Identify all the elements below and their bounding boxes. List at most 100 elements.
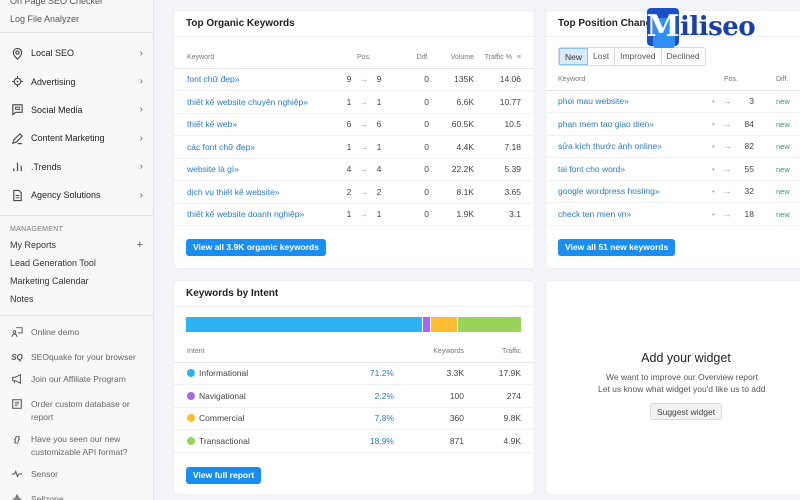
view-all-organic-keywords-button[interactable]: View all 3.9K organic keywords [186,239,326,256]
sidebar-extra-link[interactable]: Sensor [10,468,143,484]
sidebar-extra-link[interactable]: Order custom database or report [10,398,143,424]
management-item-lead-generation-tool[interactable]: Lead Generation Tool [10,255,143,273]
widget-description: We want to improve our Overview report L… [598,371,800,395]
keyword-details-icon[interactable]: » [627,209,632,219]
keyword-link[interactable]: sửa kích thước ảnh online [558,141,657,151]
keyword-link[interactable]: thiết kế website chuyên nghiệp [187,97,303,107]
sidebar-item-trends[interactable]: .Trends › [0,153,153,181]
col-diff[interactable]: Diff. [766,70,800,91]
widget-description-line: Let us know what widget you'd like us to… [598,384,766,394]
intent-traffic: 274 [464,384,534,408]
sidebar-link[interactable]: On Page SEO Checker [10,0,143,10]
sidebar-extra-link[interactable]: Online demo [10,326,143,342]
table-row: Commercial 7.8% 360 9.8K [174,407,534,430]
sidebar-item-agency-solutions[interactable]: Agency Solutions › [0,181,153,209]
intent-bar-segment-transactional[interactable] [458,317,521,332]
keyword-link[interactable]: thiết kế website doanh nghiệp [187,209,299,219]
intent-share[interactable]: 7.8% [294,407,394,430]
keyword-link[interactable]: các font chữ đẹp [187,142,250,152]
diff-value: 0 [399,135,429,159]
sidebar-extra-link[interactable]: {} Have you seen our new customizable API… [10,433,143,459]
keyword-details-icon[interactable]: » [232,119,237,129]
keyword-details-icon[interactable]: » [303,97,308,107]
col-diff[interactable]: Diff. [399,48,429,69]
chevron-right-icon: › [139,161,143,173]
traffic-value: 7.18 [474,135,534,159]
keyword-link[interactable]: website là gì [187,164,234,174]
col-traffic-label: Traffic % [484,54,512,62]
location-pin-icon [10,46,24,60]
col-pos[interactable]: Pos. [696,70,766,91]
sidebar-item-content-marketing[interactable]: Content Marketing › [0,124,153,152]
sort-icon[interactable]: ≡ [517,54,521,61]
management-item-marketing-calendar[interactable]: Marketing Calendar [10,273,143,291]
keyword-link[interactable]: tai font cho word [558,164,620,174]
keyword-details-icon[interactable]: » [657,141,662,151]
col-keyword[interactable]: Keyword [546,70,696,91]
new-badge: new [776,97,790,107]
intent-bar-segment-informational[interactable] [186,317,423,332]
table-row: Informational 71.2% 3.3K 17.9K [174,362,534,385]
keyword-details-icon[interactable]: » [620,164,625,174]
col-keyword[interactable]: Keyword [174,48,329,69]
arrow-right-icon: → [723,208,732,219]
intent-share[interactable]: 2.2% [294,384,394,408]
col-volume[interactable]: Volume [429,48,474,69]
pos-to: 1 [376,141,382,152]
keyword-details-icon[interactable]: » [299,209,304,219]
volume-value: 22.2K [429,158,474,181]
intent-share[interactable]: 71.2% [294,362,394,385]
sidebar-item-advertising[interactable]: Advertising › [0,67,153,95]
widget-title: Add your widget [641,351,731,365]
keyword-details-icon[interactable]: » [649,119,654,129]
sidebar-link[interactable]: Log File Analyzer [10,10,143,28]
management-item-label: Lead Generation Tool [10,258,96,269]
sidebar-item-social-media[interactable]: Social Media › [0,96,153,124]
keyword-link[interactable]: font chữ đẹp [187,74,235,84]
sidebar-extra-label: Join our Affiliate Program [31,373,126,384]
keyword-link[interactable]: dịch vụ thiết kế website [187,187,275,197]
add-report-icon[interactable]: + [137,237,143,255]
intent-bar-segment-navigational[interactable] [423,317,431,332]
pencil-icon [10,131,24,145]
management-item-my-reports[interactable]: My Reports + [10,237,143,255]
tab-new[interactable]: New [559,48,589,65]
arrow-right-icon: → [723,96,732,107]
intent-color-dot [187,391,195,400]
keyword-details-icon[interactable]: » [234,164,239,174]
keyword-details-icon[interactable]: » [655,186,660,196]
keyword-link[interactable]: phoi mau website [558,96,624,106]
sidebar-extra-link[interactable]: Sellzone [10,493,143,500]
tab-improved[interactable]: Improved [615,48,662,65]
organic-keywords-table: Keyword Pos. Diff. Volume Traffic % ≡ fo… [174,48,534,226]
suggest-widget-button[interactable]: Suggest widget [649,403,723,420]
sidebar-extra-link[interactable]: SQ SEOquake for your browser [10,351,143,364]
table-row: phan mem tao giao dien» • → 84 new [546,112,800,136]
management-item-notes[interactable]: Notes [10,291,143,309]
intent-color-dot [187,414,195,423]
arrow-right-icon: → [359,141,369,152]
arrow-right-icon: → [359,96,369,107]
col-pos[interactable]: Pos. [329,48,399,69]
pos-to: 3 [749,96,754,107]
keyword-details-icon[interactable]: » [250,142,255,152]
keyword-details-icon[interactable]: » [235,74,240,84]
sidebar-extra-link[interactable]: Join our Affiliate Program [10,373,143,389]
view-all-new-keywords-button[interactable]: View all 51 new keywords [558,238,676,256]
table-row: font chữ đẹp» 9 → 9 0 135K 14.06 [174,68,534,91]
col-traffic[interactable]: Traffic % ≡ [474,48,534,69]
keyword-link[interactable]: phan mem tao giao dien [558,119,649,129]
sidebar-item-local-seo[interactable]: Local SEO › [0,39,153,67]
intent-share[interactable]: 18.9% [294,429,394,453]
intent-bar-segment-commercial[interactable] [431,317,458,332]
presentation-icon [10,326,24,342]
keyword-details-icon[interactable]: » [624,96,629,106]
card-title: Keywords by Intent [174,281,534,307]
tab-declined[interactable]: Declined [662,48,705,65]
keyword-link[interactable]: thiết kế web [187,119,232,129]
view-full-report-button[interactable]: View full report [186,466,262,484]
keyword-link[interactable]: google wordpress hosting [558,186,655,196]
keyword-details-icon[interactable]: » [275,187,280,197]
keyword-link[interactable]: check ten mien vn [558,209,627,219]
tab-lost[interactable]: Lost [588,48,616,65]
